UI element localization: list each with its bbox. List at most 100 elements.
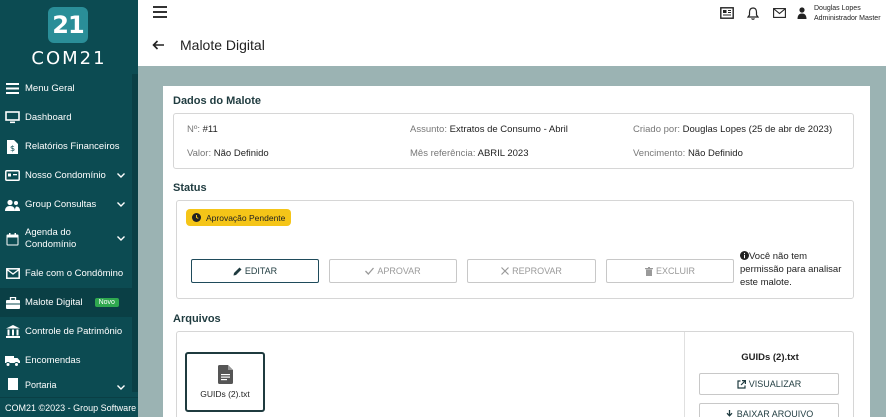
aprovar-button[interactable]: APROVAR xyxy=(329,259,457,283)
user-info[interactable]: Douglas Lopes Administrador Master xyxy=(814,4,881,24)
selected-file-name: GUIDs (2).txt xyxy=(741,352,799,363)
hamburger-menu-icon[interactable] xyxy=(153,6,167,18)
sidebar-footer: COM21 ©2023 - Group Software xyxy=(0,397,138,417)
excluir-button[interactable]: EXCLUIR xyxy=(606,259,734,283)
sidebar-item-portaria[interactable]: Portaria xyxy=(0,375,138,391)
baixar-arquivo-button[interactable]: BAIXAR ARQUIVO xyxy=(699,403,839,417)
info-icon xyxy=(740,251,749,260)
permission-note-text: Você não tem permissão para analisar est… xyxy=(740,251,842,288)
logo-text: 21 xyxy=(52,11,84,39)
svg-text:$: $ xyxy=(10,144,15,153)
malote-card: Dados do Malote Nº: #11 Assunto: Extrato… xyxy=(163,86,870,417)
id-card-icon xyxy=(5,169,20,183)
check-icon xyxy=(365,267,375,275)
close-icon xyxy=(501,267,510,275)
mes-label: Mês referência: xyxy=(410,148,476,159)
door-icon xyxy=(5,377,20,391)
sidebar-item-fale-condomino[interactable]: Fale com o Condômino xyxy=(0,259,138,288)
user-role: Administrador Master xyxy=(814,15,881,22)
calendar-icon xyxy=(5,232,20,246)
mail-icon[interactable] xyxy=(772,6,786,20)
criado-value: Douglas Lopes (25 de abr de 2023) xyxy=(682,124,833,135)
file-name: GUIDs (2).txt xyxy=(200,389,250,399)
chevron-down-icon[interactable] xyxy=(117,200,125,208)
section-title-status: Status xyxy=(173,182,207,194)
file-tile[interactable]: GUIDs (2).txt xyxy=(185,352,265,412)
sidebar-item-label: Malote Digital xyxy=(25,296,83,308)
new-badge: Novo xyxy=(94,298,119,307)
sidebar-item-nosso-condominio[interactable]: Nosso Condomínio xyxy=(0,161,138,190)
sidebar-item-controle-patrimonio[interactable]: Controle de Patrimônio xyxy=(0,317,138,346)
sidebar-item-relatorios[interactable]: $ Relatórios Financeiros xyxy=(0,132,138,161)
permission-note: Você não tem permissão para analisar est… xyxy=(740,250,850,289)
assunto-field: Assunto: Extratos de Consumo - Abril xyxy=(410,124,568,135)
user-name: Douglas Lopes xyxy=(814,5,861,12)
mes-field: Mês referência: ABRIL 2023 xyxy=(410,148,529,159)
brand-name: COM21 xyxy=(31,48,107,69)
sidebar-item-encomendas[interactable]: Encomendas xyxy=(0,346,138,375)
sidebar-item-malote-digital[interactable]: Malote Digital Novo xyxy=(0,288,138,317)
editar-button[interactable]: EDITAR xyxy=(191,259,319,283)
user-icon[interactable] xyxy=(797,7,807,19)
vencimento-field: Vencimento: Não Definido xyxy=(633,148,743,159)
sidebar-item-label: Agenda do Condomínio xyxy=(25,227,77,250)
sidebar-item-label: Menu Geral xyxy=(25,82,75,94)
vencimento-value: Não Definido xyxy=(687,148,743,159)
sidebar-nav: Menu Geral Dashboard $ Relatórios Financ… xyxy=(0,74,138,391)
file-text-icon xyxy=(217,365,233,384)
sidebar-item-label: Dashboard xyxy=(25,111,72,123)
sidebar-item-label: Portaria xyxy=(25,380,57,390)
chevron-down-icon[interactable] xyxy=(117,234,125,242)
sidebar-item-label: Group Consultas xyxy=(25,198,97,210)
mes-value: ABRIL 2023 xyxy=(477,148,529,159)
sidebar-item-menu-geral[interactable]: Menu Geral xyxy=(0,74,138,103)
aprovar-label: APROVAR xyxy=(377,266,421,276)
valor-label: Valor: xyxy=(187,148,212,159)
section-title-arquivos: Arquivos xyxy=(173,313,221,325)
sidebar-item-label: Relatórios Financeiros xyxy=(25,140,120,152)
assunto-label: Assunto: xyxy=(410,124,447,135)
numero-label: Nº: xyxy=(187,124,200,135)
criado-field: Criado por: Douglas Lopes (25 de abr de … xyxy=(633,124,832,135)
logo[interactable]: 21 xyxy=(48,7,88,43)
numero-field: Nº: #11 xyxy=(187,124,218,135)
user-group-icon xyxy=(5,198,20,212)
dados-box: Nº: #11 Assunto: Extratos de Consumo - A… xyxy=(173,113,854,169)
sidebar-item-label: Fale com o Condômino xyxy=(25,267,124,279)
sidebar: 21 COM21 Menu Geral Dashboard $ Relatóri… xyxy=(0,0,138,417)
sidebar-item-dashboard[interactable]: Dashboard xyxy=(0,103,138,132)
clock-icon xyxy=(192,213,201,222)
bell-icon[interactable] xyxy=(746,6,760,20)
sidebar-item-agenda[interactable]: Agenda do Condomínio xyxy=(0,219,138,259)
section-title-dados: Dados do Malote xyxy=(173,95,262,107)
status-box: Aprovação Pendente EDITAR APROVAR REPROV… xyxy=(176,200,854,299)
status-badge-label: Aprovação Pendente xyxy=(206,212,286,223)
top-icons xyxy=(720,6,798,20)
chevron-down-icon[interactable] xyxy=(117,383,125,391)
menu-icon xyxy=(5,82,20,96)
numero-value: #11 xyxy=(202,124,218,135)
chevron-down-icon[interactable] xyxy=(117,171,125,179)
pencil-icon xyxy=(233,267,242,275)
valor-value: Não Definido xyxy=(213,148,269,159)
sidebar-item-group-consultas[interactable]: Group Consultas xyxy=(0,190,138,219)
reprovar-button[interactable]: REPROVAR xyxy=(467,259,596,283)
download-icon xyxy=(724,409,734,417)
criado-label: Criado por: xyxy=(633,124,680,135)
editar-label: EDITAR xyxy=(244,266,278,276)
newspaper-icon[interactable] xyxy=(720,6,734,20)
page-title: Malote Digital xyxy=(180,37,265,53)
arquivos-box: GUIDs (2).txt GUIDs (2).txt VISUALIZAR B… xyxy=(176,331,854,417)
excluir-label: EXCLUIR xyxy=(655,266,695,276)
file-detail-panel: GUIDs (2).txt VISUALIZAR BAIXAR ARQUIVO xyxy=(684,332,854,417)
visualizar-label: VISUALIZAR xyxy=(748,379,802,389)
back-arrow-icon[interactable] xyxy=(152,37,164,54)
truck-icon xyxy=(5,354,20,368)
top-bar: Malote Digital Douglas Lopes Administrad… xyxy=(138,0,886,66)
document-dollar-icon: $ xyxy=(5,139,20,154)
baixar-label: BAIXAR ARQUIVO xyxy=(736,409,814,417)
reprovar-label: REPROVAR xyxy=(512,266,562,276)
bank-icon xyxy=(5,325,20,339)
visualizar-button[interactable]: VISUALIZAR xyxy=(699,373,839,395)
sidebar-item-label: Encomendas xyxy=(25,354,81,366)
